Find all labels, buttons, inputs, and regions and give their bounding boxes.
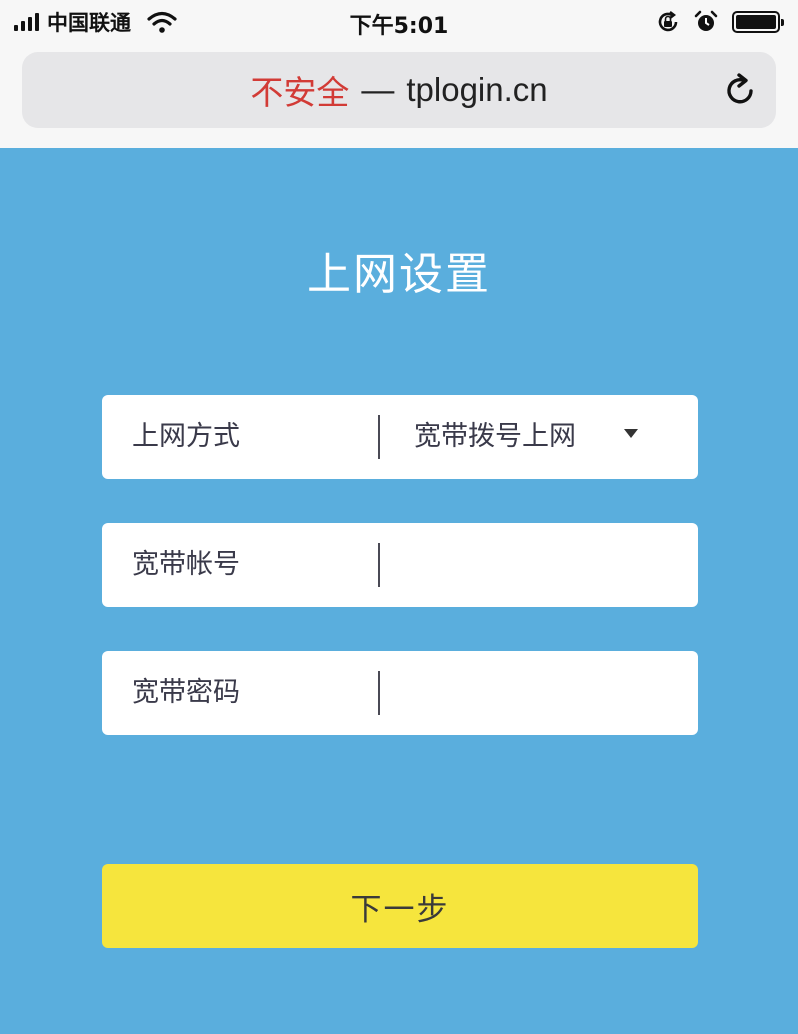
connection-type-label: 上网方式 bbox=[132, 421, 240, 452]
account-input[interactable] bbox=[392, 535, 682, 595]
connection-type-select[interactable]: 上网方式 宽带拨号上网 bbox=[102, 395, 698, 479]
address-bar[interactable]: 不安全 — tplogin.cn bbox=[22, 52, 776, 128]
field-divider bbox=[378, 671, 380, 715]
browser-chrome: 中国联通 下午5:01 不安全 — tplogin.cn bbox=[0, 0, 798, 148]
account-label: 宽带帐号 bbox=[132, 549, 240, 580]
domain-text: tplogin.cn bbox=[406, 71, 548, 108]
field-divider bbox=[378, 415, 380, 459]
insecure-label: 不安全 bbox=[250, 74, 350, 111]
status-right bbox=[656, 8, 784, 36]
next-button[interactable]: 下一步 bbox=[102, 864, 698, 948]
password-field[interactable]: 宽带密码 bbox=[102, 651, 698, 735]
battery-icon bbox=[732, 11, 784, 33]
account-field[interactable]: 宽带帐号 bbox=[102, 523, 698, 607]
address-text[interactable]: 不安全 — tplogin.cn bbox=[22, 52, 776, 128]
caret-down-icon[interactable] bbox=[623, 428, 639, 439]
connection-type-value[interactable]: 宽带拨号上网 bbox=[414, 395, 576, 479]
reload-icon[interactable] bbox=[720, 70, 760, 110]
alarm-icon bbox=[694, 10, 718, 31]
field-divider bbox=[378, 543, 380, 587]
status-bar: 中国联通 下午5:01 bbox=[0, 0, 798, 44]
password-input[interactable] bbox=[392, 663, 682, 723]
password-label: 宽带密码 bbox=[132, 677, 240, 708]
address-separator: — bbox=[361, 71, 395, 108]
rotation-lock-icon bbox=[658, 11, 678, 32]
page-title: 上网设置 bbox=[307, 249, 491, 300]
